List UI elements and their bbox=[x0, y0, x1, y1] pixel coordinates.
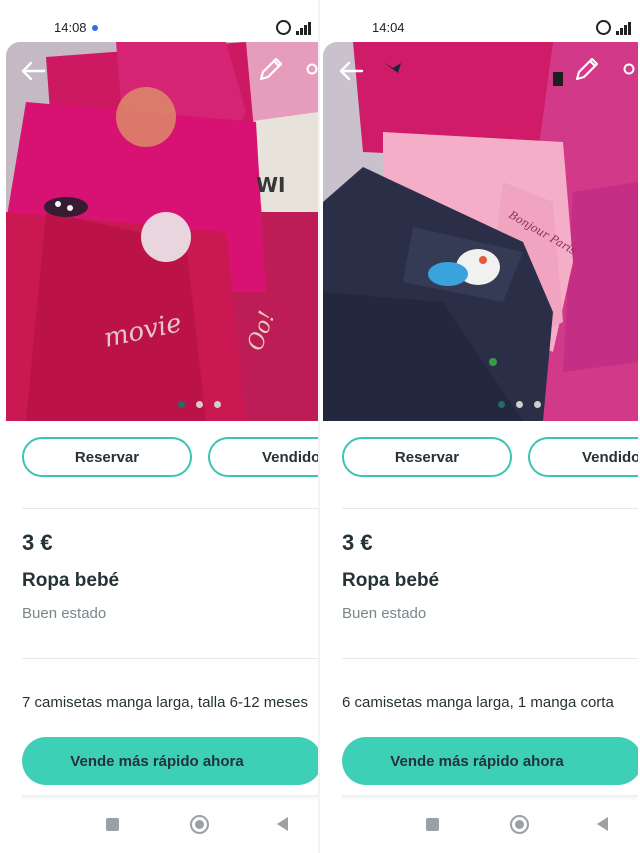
sold-button[interactable]: Vendido bbox=[528, 437, 638, 477]
status-bar: 14:08 bbox=[0, 0, 318, 42]
android-nav-bar bbox=[0, 806, 318, 846]
product-photo-image: Bonjour Paris bbox=[323, 42, 638, 421]
listing-title: Ropa bebé bbox=[342, 570, 440, 591]
carousel-indicator bbox=[178, 401, 228, 411]
status-bar: 14:04 bbox=[320, 0, 638, 42]
arrow-left-icon[interactable] bbox=[20, 60, 46, 82]
notification-dot-icon bbox=[92, 25, 98, 31]
pencil-icon[interactable] bbox=[257, 55, 285, 83]
divider bbox=[342, 508, 638, 509]
alarm-clock-icon bbox=[276, 20, 291, 35]
signal-icon bbox=[296, 22, 314, 35]
android-nav-bar bbox=[320, 806, 638, 846]
product-photo[interactable]: movie Oo! WI bbox=[6, 42, 318, 421]
screen-left: 14:08 movie Oo! WI Reservar Vendido 3 € … bbox=[0, 0, 318, 853]
home-icon[interactable] bbox=[510, 815, 529, 834]
recents-icon[interactable] bbox=[426, 818, 439, 831]
status-icons bbox=[276, 20, 316, 36]
status-icons bbox=[596, 20, 636, 36]
listing-title: Ropa bebé bbox=[22, 570, 120, 591]
boost-sale-button[interactable]: Vende más rápido ahora bbox=[22, 737, 318, 785]
listing-description: 6 camisetas manga larga, 1 manga corta bbox=[342, 694, 614, 711]
description-overflow bbox=[342, 715, 592, 722]
cta-shadow bbox=[22, 795, 318, 801]
product-photo-image: movie Oo! WI bbox=[6, 42, 318, 421]
carousel-indicator bbox=[498, 401, 548, 411]
cta-shadow bbox=[342, 795, 638, 801]
alarm-clock-icon bbox=[596, 20, 611, 35]
divider bbox=[22, 508, 318, 509]
listing-description: 7 camisetas manga larga, talla 6-12 mese… bbox=[22, 694, 308, 711]
sold-button[interactable]: Vendido bbox=[208, 437, 318, 477]
recents-icon[interactable] bbox=[106, 818, 119, 831]
reserve-button[interactable]: Reservar bbox=[22, 437, 192, 477]
product-photo[interactable]: Bonjour Paris bbox=[323, 42, 638, 421]
status-time: 14:08 bbox=[54, 20, 87, 35]
share-icon[interactable] bbox=[623, 62, 637, 76]
share-icon[interactable] bbox=[306, 62, 318, 76]
back-triangle-icon[interactable] bbox=[277, 817, 288, 831]
listing-price: 3 € bbox=[342, 530, 373, 555]
status-time: 14:04 bbox=[372, 20, 405, 35]
arrow-left-icon[interactable] bbox=[338, 60, 364, 82]
divider bbox=[22, 658, 318, 659]
home-icon[interactable] bbox=[190, 815, 209, 834]
reserve-button[interactable]: Reservar bbox=[342, 437, 512, 477]
back-triangle-icon[interactable] bbox=[597, 817, 608, 831]
pencil-icon[interactable] bbox=[573, 55, 601, 83]
signal-icon bbox=[616, 22, 634, 35]
listing-condition: Buen estado bbox=[22, 605, 107, 622]
screen-right: 14:04 Bonjour Paris Reservar Vendido 3 €… bbox=[320, 0, 638, 853]
divider bbox=[342, 658, 638, 659]
boost-sale-button[interactable]: Vende más rápido ahora bbox=[342, 737, 638, 785]
listing-price: 3 € bbox=[22, 530, 53, 555]
description-overflow bbox=[22, 715, 272, 722]
listing-condition: Buen estado bbox=[342, 605, 427, 622]
